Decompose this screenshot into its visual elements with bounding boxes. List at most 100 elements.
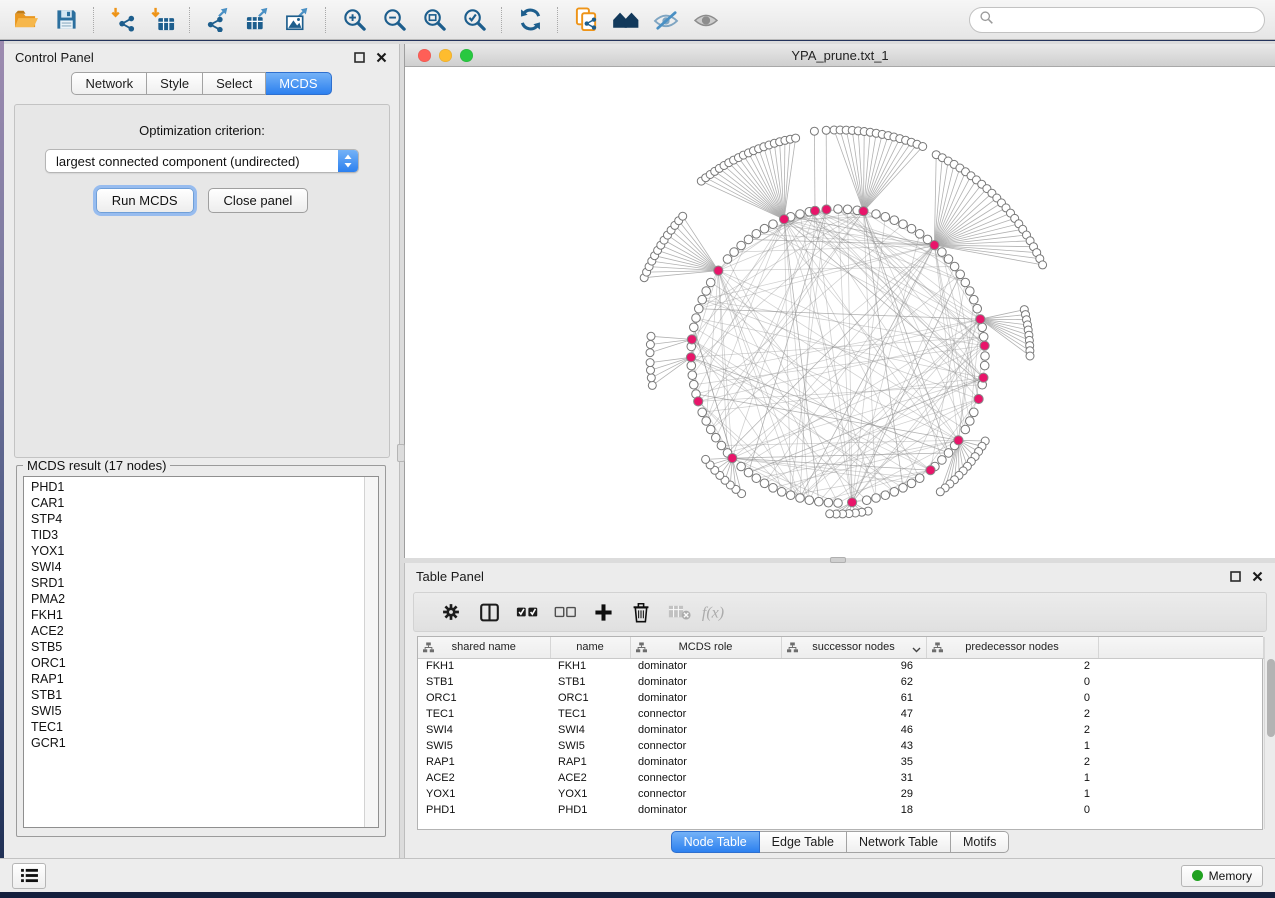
import-network-icon[interactable] bbox=[102, 3, 142, 37]
zoom-in-icon[interactable] bbox=[334, 3, 374, 37]
mcds-result-item[interactable]: STP4 bbox=[31, 511, 364, 527]
vertical-splitter-grip[interactable] bbox=[397, 444, 405, 462]
column-header-successor-nodes[interactable]: successor nodes bbox=[781, 637, 926, 658]
table-cell: ACE2 bbox=[418, 770, 550, 786]
table-row[interactable]: SWI5SWI5connector431 bbox=[418, 738, 1263, 754]
save-icon[interactable] bbox=[46, 3, 86, 37]
table-row[interactable]: FKH1FKH1dominator962 bbox=[418, 658, 1263, 674]
mcds-result-item[interactable]: ACE2 bbox=[31, 623, 364, 639]
mcds-result-item[interactable]: PHD1 bbox=[31, 479, 364, 495]
mcds-result-item[interactable]: STB1 bbox=[31, 687, 364, 703]
hide-selected-icon[interactable] bbox=[646, 3, 686, 37]
show-all-icon[interactable] bbox=[686, 3, 726, 37]
table-row[interactable]: ORC1ORC1dominator610 bbox=[418, 690, 1263, 706]
deselect-all-icon[interactable] bbox=[546, 595, 584, 629]
table-row[interactable]: PHD1PHD1dominator180 bbox=[418, 802, 1263, 818]
task-history-button[interactable] bbox=[12, 863, 46, 889]
table-cell: 2 bbox=[926, 658, 1098, 674]
mcds-result-item[interactable]: TID3 bbox=[31, 527, 364, 543]
table-row[interactable]: RAP1RAP1dominator352 bbox=[418, 754, 1263, 770]
horizontal-splitter-grip[interactable] bbox=[830, 557, 846, 563]
table-cell: dominator bbox=[630, 690, 781, 706]
search-input[interactable] bbox=[1000, 12, 1255, 28]
tab-select[interactable]: Select bbox=[203, 72, 266, 95]
node-table: shared namenameMCDS rolesuccessor nodesp… bbox=[418, 637, 1264, 818]
mcds-result-item[interactable]: PMA2 bbox=[31, 591, 364, 607]
table-scrollbar[interactable] bbox=[1264, 637, 1265, 829]
close-panel-icon[interactable] bbox=[1251, 570, 1264, 583]
table-cell: SWI5 bbox=[418, 738, 550, 754]
optimization-criterion-select[interactable]: largest connected component (undirected) bbox=[45, 149, 359, 173]
tab-network-table[interactable]: Network Table bbox=[847, 831, 951, 853]
table-cell: TEC1 bbox=[418, 706, 550, 722]
mcds-result-item[interactable]: ORC1 bbox=[31, 655, 364, 671]
table-cell: dominator bbox=[630, 674, 781, 690]
column-header-MCDS-role[interactable]: MCDS role bbox=[630, 637, 781, 658]
close-panel-icon[interactable] bbox=[375, 51, 388, 64]
column-header-shared-name[interactable]: shared name bbox=[418, 637, 550, 658]
export-image-icon[interactable] bbox=[278, 3, 318, 37]
import-table-icon[interactable] bbox=[142, 3, 182, 37]
tab-edge-table[interactable]: Edge Table bbox=[760, 831, 847, 853]
copy-network-icon[interactable] bbox=[566, 3, 606, 37]
export-network-icon[interactable] bbox=[198, 3, 238, 37]
add-column-icon[interactable] bbox=[584, 595, 622, 629]
select-all-icon[interactable] bbox=[508, 595, 546, 629]
open-folder-icon[interactable] bbox=[6, 3, 46, 37]
table-cell: RAP1 bbox=[418, 754, 550, 770]
main-toolbar bbox=[0, 0, 1275, 40]
sort-descending-icon[interactable] bbox=[912, 644, 921, 656]
tab-motifs[interactable]: Motifs bbox=[951, 831, 1009, 853]
show-columns-icon[interactable] bbox=[470, 595, 508, 629]
refresh-icon[interactable] bbox=[510, 3, 550, 37]
mcds-result-item[interactable]: FKH1 bbox=[31, 607, 364, 623]
column-header-name[interactable]: name bbox=[550, 637, 630, 658]
mcds-result-item[interactable]: SRD1 bbox=[31, 575, 364, 591]
mcds-result-item[interactable]: TEC1 bbox=[31, 719, 364, 735]
table-row[interactable]: YOX1YOX1connector291 bbox=[418, 786, 1263, 802]
table-cell bbox=[1098, 770, 1263, 786]
toolbar-separator bbox=[325, 7, 327, 33]
column-header-predecessor-nodes[interactable]: predecessor nodes bbox=[926, 637, 1098, 658]
table-row[interactable]: SWI4SWI4dominator462 bbox=[418, 722, 1263, 738]
network-graph[interactable] bbox=[405, 67, 1274, 558]
tab-style[interactable]: Style bbox=[147, 72, 203, 95]
settings-gear-icon[interactable] bbox=[432, 595, 470, 629]
mcds-result-item[interactable]: CAR1 bbox=[31, 495, 364, 511]
mcds-result-item[interactable]: SWI4 bbox=[31, 559, 364, 575]
zoom-out-icon[interactable] bbox=[374, 3, 414, 37]
tab-network[interactable]: Network bbox=[71, 72, 147, 95]
table-row[interactable]: ACE2ACE2connector311 bbox=[418, 770, 1263, 786]
table-cell: connector bbox=[630, 706, 781, 722]
memory-button[interactable]: Memory bbox=[1181, 865, 1263, 887]
table-row[interactable]: TEC1TEC1connector472 bbox=[418, 706, 1263, 722]
select-stepper-icon[interactable] bbox=[338, 150, 358, 172]
float-panel-icon[interactable] bbox=[1229, 570, 1242, 583]
table-cell: dominator bbox=[630, 722, 781, 738]
table-cell: 1 bbox=[926, 770, 1098, 786]
tab-node-table[interactable]: Node Table bbox=[671, 831, 760, 853]
result-list-scrollbar[interactable] bbox=[364, 477, 378, 827]
table-cell: SWI4 bbox=[418, 722, 550, 738]
run-mcds-button[interactable]: Run MCDS bbox=[96, 188, 194, 213]
table-scrollbar-thumb[interactable] bbox=[1267, 659, 1275, 737]
first-neighbors-icon[interactable] bbox=[606, 3, 646, 37]
network-canvas[interactable] bbox=[405, 67, 1274, 558]
export-table-icon[interactable] bbox=[238, 3, 278, 37]
mcds-result-item[interactable]: RAP1 bbox=[31, 671, 364, 687]
mcds-result-item[interactable]: STB5 bbox=[31, 639, 364, 655]
float-panel-icon[interactable] bbox=[353, 51, 366, 64]
memory-label: Memory bbox=[1209, 869, 1252, 883]
tab-mcds[interactable]: MCDS bbox=[266, 72, 331, 95]
zoom-fit-icon[interactable] bbox=[414, 3, 454, 37]
mcds-result-item[interactable]: YOX1 bbox=[31, 543, 364, 559]
search-field[interactable] bbox=[969, 7, 1265, 33]
zoom-selected-icon[interactable] bbox=[454, 3, 494, 37]
delete-column-icon[interactable] bbox=[622, 595, 660, 629]
close-panel-button[interactable]: Close panel bbox=[208, 188, 309, 213]
mcds-result-item[interactable]: SWI5 bbox=[31, 703, 364, 719]
table-cell: ACE2 bbox=[550, 770, 630, 786]
table-cell: STB1 bbox=[418, 674, 550, 690]
mcds-result-item[interactable]: GCR1 bbox=[31, 735, 364, 751]
table-row[interactable]: STB1STB1dominator620 bbox=[418, 674, 1263, 690]
